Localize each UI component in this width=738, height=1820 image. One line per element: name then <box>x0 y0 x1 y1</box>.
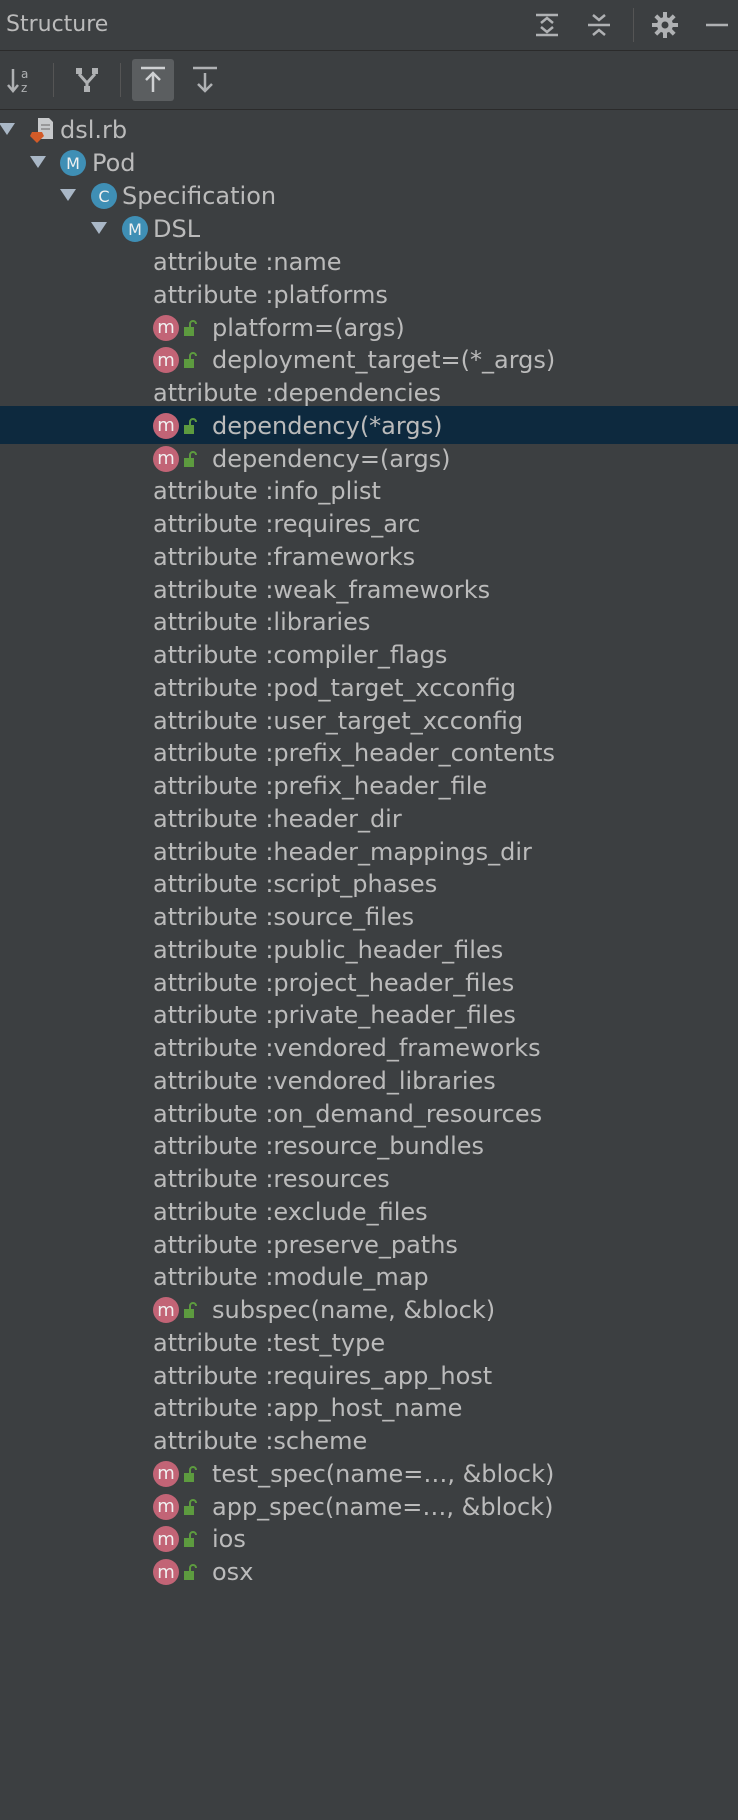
tree-node-label: attribute :compiler_flags <box>153 641 448 669</box>
tree-node-label: dependency=(args) <box>212 444 451 473</box>
autoscroll-to-source-icon <box>141 66 165 92</box>
expand-all-icon <box>536 13 558 37</box>
collapse-all-icon <box>588 14 610 36</box>
autoscroll-to-source-button[interactable] <box>132 59 174 101</box>
tree-node-label: attribute :app_host_name <box>153 1394 463 1423</box>
tool-window-header: Structure <box>0 0 738 51</box>
tree-node-label: attribute :requires_app_host <box>153 1361 493 1390</box>
tree-node-label: platform=(args) <box>212 313 405 342</box>
tree-node-label: attribute :private_header_files <box>153 1001 516 1030</box>
tree-node-method[interactable]: m osx <box>0 1552 738 1590</box>
method-icon: m <box>153 445 179 472</box>
sort-alphabetically-icon: a z <box>7 67 28 95</box>
tree-node-label: attribute :weak_frameworks <box>153 575 491 604</box>
toolbar-separator <box>120 63 121 97</box>
public-lock-icon <box>184 417 197 434</box>
method-icon: m <box>153 1460 179 1487</box>
ruby-file-icon <box>30 118 53 143</box>
method-icon: m <box>153 347 179 374</box>
tree-node-label: Pod <box>92 149 136 177</box>
tree-node-label: attribute :script_phases <box>153 870 438 899</box>
tree-node-label: attribute :name <box>153 248 342 276</box>
tree-node-label: osx <box>212 1558 254 1586</box>
tree-node-label: attribute :preserve_paths <box>153 1230 458 1259</box>
svg-text:z: z <box>21 81 27 95</box>
tree-node-label: DSL <box>153 215 201 243</box>
tree-node-label: attribute :user_target_xcconfig <box>153 706 524 735</box>
public-lock-icon <box>184 1302 197 1318</box>
public-lock-icon <box>184 352 197 369</box>
public-lock-icon <box>184 1465 197 1482</box>
public-lock-icon <box>184 450 197 467</box>
expand-arrow-icon[interactable] <box>91 222 107 234</box>
show-inherited-button[interactable] <box>66 59 108 101</box>
autoscroll-from-source-button[interactable] <box>184 59 226 101</box>
expand-arrow-icon[interactable] <box>30 156 46 168</box>
tree-node-label: attribute :pod_target_xcconfig <box>153 673 516 702</box>
tree-node-label: attribute :frameworks <box>153 542 416 571</box>
tree-node-label: attribute :prefix_header_file <box>153 772 488 800</box>
autoscroll-from-source-icon <box>193 66 217 93</box>
panel-title: Structure <box>6 12 109 37</box>
tree-node-label: ios <box>212 1525 246 1554</box>
sort-alphabetically-button[interactable]: a z <box>0 59 42 101</box>
method-icon: m <box>153 1297 179 1323</box>
inherited-icon <box>76 68 98 92</box>
structure-toolbar: a z <box>0 51 738 110</box>
tree-node-label: attribute :header_mappings_dir <box>153 837 532 866</box>
method-icon: m <box>153 1526 179 1553</box>
tree-node-label: attribute :platforms <box>153 280 388 309</box>
class-icon: C <box>91 183 117 209</box>
tree-node-label: attribute :exclude_files <box>153 1197 428 1226</box>
method-icon: m <box>153 1559 179 1585</box>
module-icon: M <box>60 150 86 176</box>
tree-node-label: attribute :public_header_files <box>153 935 504 964</box>
tree-node-label: attribute :libraries <box>153 608 371 637</box>
tree-node-label: app_spec(name=…, &block) <box>212 1492 554 1521</box>
tree-node-label: attribute :vendored_libraries <box>153 1066 496 1095</box>
tree-node-label: deployment_target=(*_args) <box>212 346 556 375</box>
tree-node-label: attribute :prefix_header_contents <box>153 739 555 768</box>
public-lock-icon <box>184 319 197 336</box>
tree-node-label: attribute :project_header_files <box>153 968 515 997</box>
method-icon: m <box>153 412 179 439</box>
public-lock-icon <box>184 1531 197 1548</box>
tree-node-label: dependency(*args) <box>212 411 443 440</box>
module-icon: M <box>122 216 148 242</box>
tree-node-label: dsl.rb <box>60 116 128 144</box>
gear-icon <box>652 12 678 38</box>
tree-node-label: attribute :vendored_frameworks <box>153 1034 541 1062</box>
tree-node-label: attribute :on_demand_resources <box>153 1099 543 1128</box>
tree-node-label: attribute :resource_bundles <box>153 1132 485 1161</box>
hide-button[interactable] <box>700 8 734 42</box>
toolbar-separator <box>53 63 54 97</box>
tree-node-label: attribute :requires_arc <box>153 510 421 538</box>
tree-node-label: attribute :source_files <box>153 903 415 931</box>
tree-node-label: attribute :header_dir <box>153 804 402 833</box>
svg-text:a: a <box>21 67 28 81</box>
minimize-icon <box>706 23 728 27</box>
expand-all-button[interactable] <box>530 8 564 42</box>
public-lock-icon <box>184 1498 197 1515</box>
tree-node-label: attribute :module_map <box>153 1263 429 1292</box>
tree-node-label: attribute :test_type <box>153 1328 386 1357</box>
tree-node-label: Specification <box>122 182 277 210</box>
expand-arrow-icon[interactable] <box>0 123 15 135</box>
method-icon: m <box>153 1493 179 1520</box>
collapse-all-button[interactable] <box>582 8 616 42</box>
tree-node-label: attribute :resources <box>153 1165 390 1193</box>
expand-arrow-icon[interactable] <box>60 189 76 201</box>
method-icon: m <box>153 314 179 341</box>
settings-button[interactable] <box>648 8 682 42</box>
tree-node-label: test_spec(name=…, &block) <box>212 1459 555 1488</box>
tree-node-label: attribute :info_plist <box>153 477 381 506</box>
public-lock-icon <box>184 1564 197 1580</box>
header-separator <box>633 8 634 42</box>
tree-node-label: subspec(name, &block) <box>212 1296 496 1324</box>
tree-node-label: attribute :dependencies <box>153 379 441 407</box>
tree-node-label: attribute :scheme <box>153 1427 368 1455</box>
